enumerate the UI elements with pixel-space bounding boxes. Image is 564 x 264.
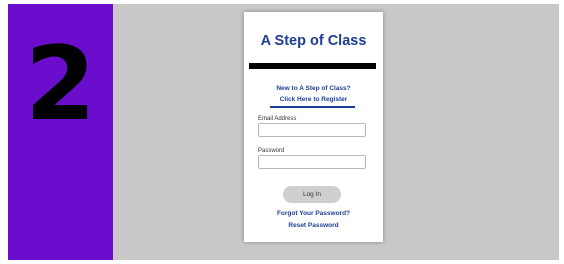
brand-divider-bar <box>249 63 376 69</box>
login-card: A Step of Class New to A Step of Class? … <box>244 12 383 242</box>
step-number: 2 <box>25 25 96 144</box>
register-link[interactable]: Click Here to Register <box>244 96 383 103</box>
forgot-password-link[interactable]: Forgot Your Password? <box>244 210 383 217</box>
login-button[interactable]: Log In <box>283 186 341 203</box>
background-stage: 2 A Step of Class New to A Step of Class… <box>8 4 559 260</box>
reset-password-link[interactable]: Reset Password <box>244 222 383 229</box>
password-input[interactable] <box>258 155 366 169</box>
password-label: Password <box>258 148 285 154</box>
email-input[interactable] <box>258 123 366 137</box>
email-label: Email Address <box>258 116 297 122</box>
step-panel: 2 <box>8 4 113 260</box>
register-link-underline <box>270 106 355 108</box>
register-prompt: New to A Step of Class? <box>276 85 351 92</box>
brand-title: A Step of Class <box>260 33 367 49</box>
